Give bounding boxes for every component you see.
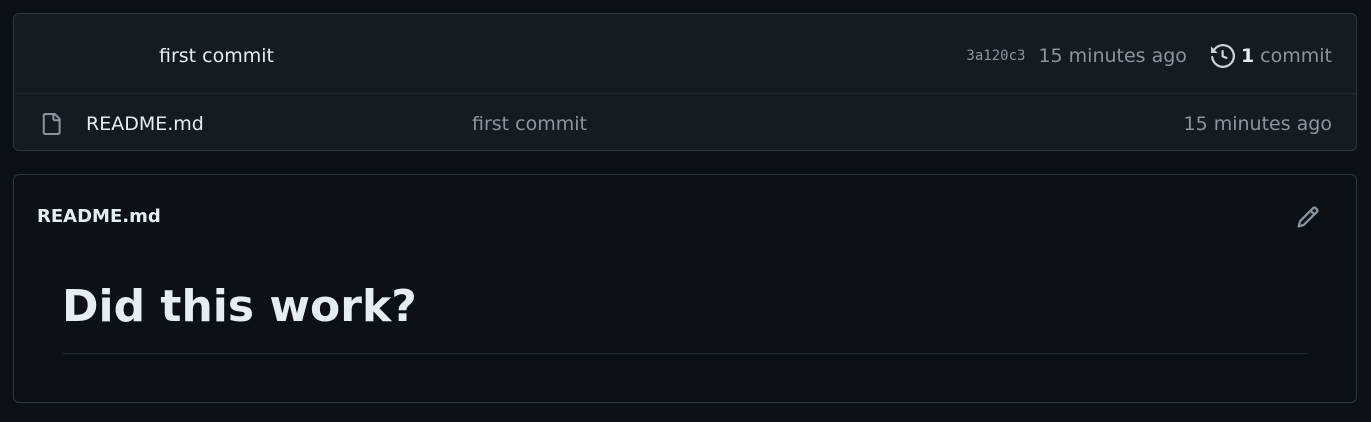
latest-commit-row: first commit 3a120c3 15 minutes ago 1 co… bbox=[14, 14, 1356, 94]
heading-divider bbox=[62, 353, 1308, 354]
commit-time: 15 minutes ago bbox=[1038, 45, 1187, 67]
readme-title: README.md bbox=[37, 206, 161, 227]
commit-count-label: commit bbox=[1260, 45, 1332, 67]
readme-heading: Did this work? bbox=[62, 281, 417, 332]
file-name-link[interactable]: README.md bbox=[86, 111, 204, 137]
commit-history-link[interactable]: 1 commit bbox=[1210, 44, 1332, 68]
commit-sha-link[interactable]: 3a120c3 bbox=[966, 48, 1025, 64]
file-icon bbox=[42, 113, 61, 135]
commit-meta: 3a120c3 15 minutes ago 1 commit bbox=[966, 42, 1332, 70]
file-browser: first commit 3a120c3 15 minutes ago 1 co… bbox=[13, 13, 1357, 151]
file-row[interactable]: README.md first commit 15 minutes ago bbox=[14, 94, 1356, 150]
file-commit-link[interactable]: first commit bbox=[472, 111, 587, 137]
history-icon bbox=[1210, 44, 1235, 68]
file-time: 15 minutes ago bbox=[1183, 113, 1333, 135]
readme-panel: README.md Did this work? bbox=[13, 174, 1357, 403]
commit-message-link[interactable]: first commit bbox=[159, 43, 274, 69]
commit-count: 1 bbox=[1240, 45, 1255, 67]
pencil-icon[interactable] bbox=[1296, 205, 1320, 229]
